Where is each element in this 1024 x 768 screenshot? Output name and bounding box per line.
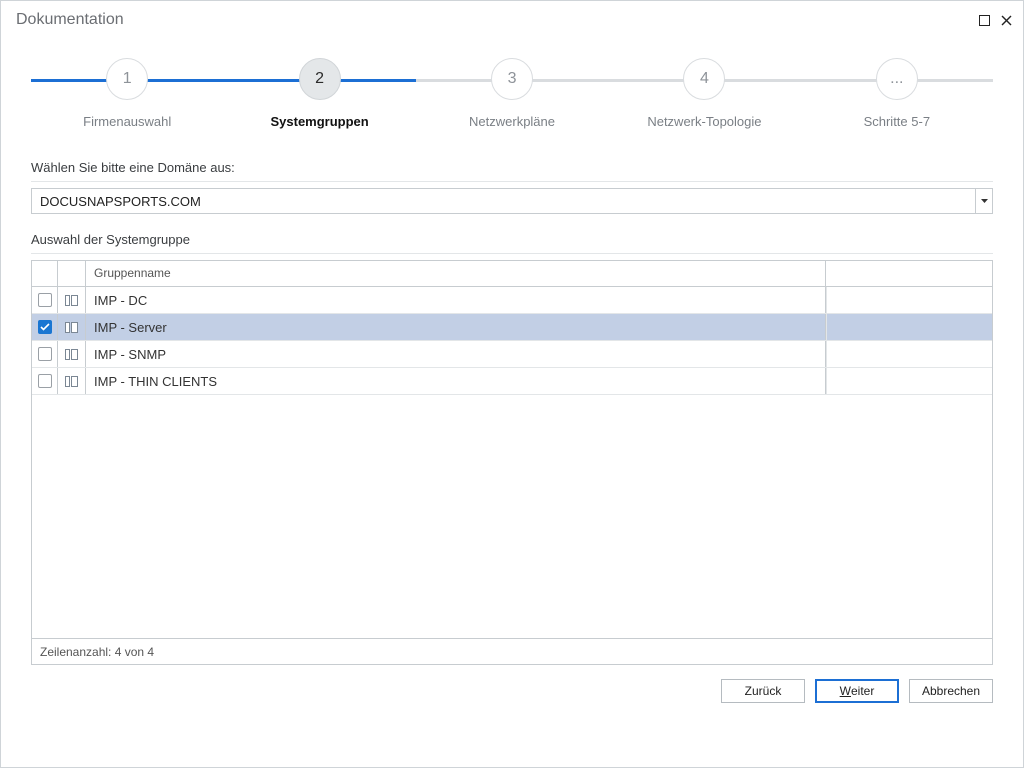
- domain-dropdown[interactable]: DOCUSNAPSPORTS.COM: [31, 188, 993, 214]
- row-spare-cell: [826, 287, 992, 313]
- row-checkbox-cell: [32, 314, 58, 340]
- wizard-step-circle: 4: [683, 58, 725, 100]
- row-checkbox[interactable]: [38, 374, 52, 388]
- wizard-step-label: Systemgruppen: [223, 114, 415, 129]
- row-icon-cell: [58, 368, 86, 394]
- header-icon-col: [58, 261, 86, 286]
- row-count: Zeilenanzahl: 4 von 4: [40, 645, 154, 659]
- table-row[interactable]: IMP - DC: [32, 287, 992, 314]
- header-spare-col: [826, 261, 992, 286]
- table-body: IMP - DCIMP - ServerIMP - SNMPIMP - THIN…: [32, 287, 992, 638]
- row-icon-cell: [58, 341, 86, 367]
- row-spare-cell: [826, 341, 992, 367]
- wizard-step-circle: 2: [299, 58, 341, 100]
- content: 1 Firmenauswahl 2 Systemgruppen 3 Netzwerkplä…: [1, 33, 1023, 665]
- row-checkbox[interactable]: [38, 293, 52, 307]
- row-icon-cell: [58, 287, 86, 313]
- row-checkbox-cell: [32, 287, 58, 313]
- row-checkbox[interactable]: [38, 320, 52, 334]
- wizard-step-label: Netzwerkpläne: [416, 114, 608, 129]
- wizard-step-1[interactable]: 1 Firmenauswahl: [31, 58, 223, 140]
- footer-buttons: Zurück Weiter Abbrechen: [1, 665, 1023, 703]
- row-checkbox-cell: [32, 368, 58, 394]
- domain-label: Wählen Sie bitte eine Domäne aus:: [31, 160, 993, 175]
- wizard-step-2[interactable]: 2 Systemgruppen: [223, 58, 415, 140]
- window-title: Dokumentation: [16, 11, 124, 29]
- wizard-step-circle: 3: [491, 58, 533, 100]
- next-rest: eiter: [851, 684, 874, 698]
- maximize-icon[interactable]: [977, 13, 991, 27]
- wizard-steps: 1 Firmenauswahl 2 Systemgruppen 3 Netzwerkplä…: [31, 58, 993, 140]
- next-accel: W: [840, 684, 851, 698]
- table-row[interactable]: IMP - SNMP: [32, 341, 992, 368]
- next-button[interactable]: Weiter: [815, 679, 899, 703]
- wizard-step-circle: ...: [876, 58, 918, 100]
- wizard-step-4[interactable]: 4 Netzwerk-Topologie: [608, 58, 800, 140]
- row-name-cell: IMP - THIN CLIENTS: [86, 368, 826, 394]
- wizard-step-circle: 1: [106, 58, 148, 100]
- table-footer: Zeilenanzahl: 4 von 4: [32, 638, 992, 664]
- row-spare-cell: [826, 368, 992, 394]
- chevron-down-icon[interactable]: [975, 188, 993, 214]
- system-groups-table: Gruppenname IMP - DCIMP - ServerIMP - SN…: [31, 260, 993, 665]
- divider: [31, 181, 993, 182]
- close-icon[interactable]: [999, 13, 1013, 27]
- row-icon-cell: [58, 314, 86, 340]
- wizard-step-label: Firmenauswahl: [31, 114, 223, 129]
- row-name-cell: IMP - Server: [86, 314, 826, 340]
- wizard-step-label: Netzwerk-Topologie: [608, 114, 800, 129]
- wizard-step-label: Schritte 5-7: [801, 114, 993, 129]
- row-name-cell: IMP - SNMP: [86, 341, 826, 367]
- table-row[interactable]: IMP - THIN CLIENTS: [32, 368, 992, 395]
- row-name-cell: IMP - DC: [86, 287, 826, 313]
- row-checkbox-cell: [32, 341, 58, 367]
- systemgroup-icon: [65, 295, 78, 306]
- table-row[interactable]: IMP - Server: [32, 314, 992, 341]
- header-check-col: [32, 261, 58, 286]
- back-button[interactable]: Zurück: [721, 679, 805, 703]
- domain-value: DOCUSNAPSPORTS.COM: [40, 194, 201, 209]
- wizard-step-3[interactable]: 3 Netzwerkpläne: [416, 58, 608, 140]
- systemgroup-icon: [65, 322, 78, 333]
- window-controls: [977, 13, 1013, 27]
- header-name-col[interactable]: Gruppenname: [86, 261, 826, 286]
- title-bar: Dokumentation: [1, 1, 1023, 33]
- systemgroup-icon: [65, 349, 78, 360]
- systemgroup-icon: [65, 376, 78, 387]
- table-header: Gruppenname: [32, 261, 992, 287]
- group-section-label: Auswahl der Systemgruppe: [31, 232, 993, 247]
- row-spare-cell: [826, 314, 992, 340]
- wizard-step-5[interactable]: ... Schritte 5-7: [801, 58, 993, 140]
- divider: [31, 253, 993, 254]
- cancel-button[interactable]: Abbrechen: [909, 679, 993, 703]
- row-checkbox[interactable]: [38, 347, 52, 361]
